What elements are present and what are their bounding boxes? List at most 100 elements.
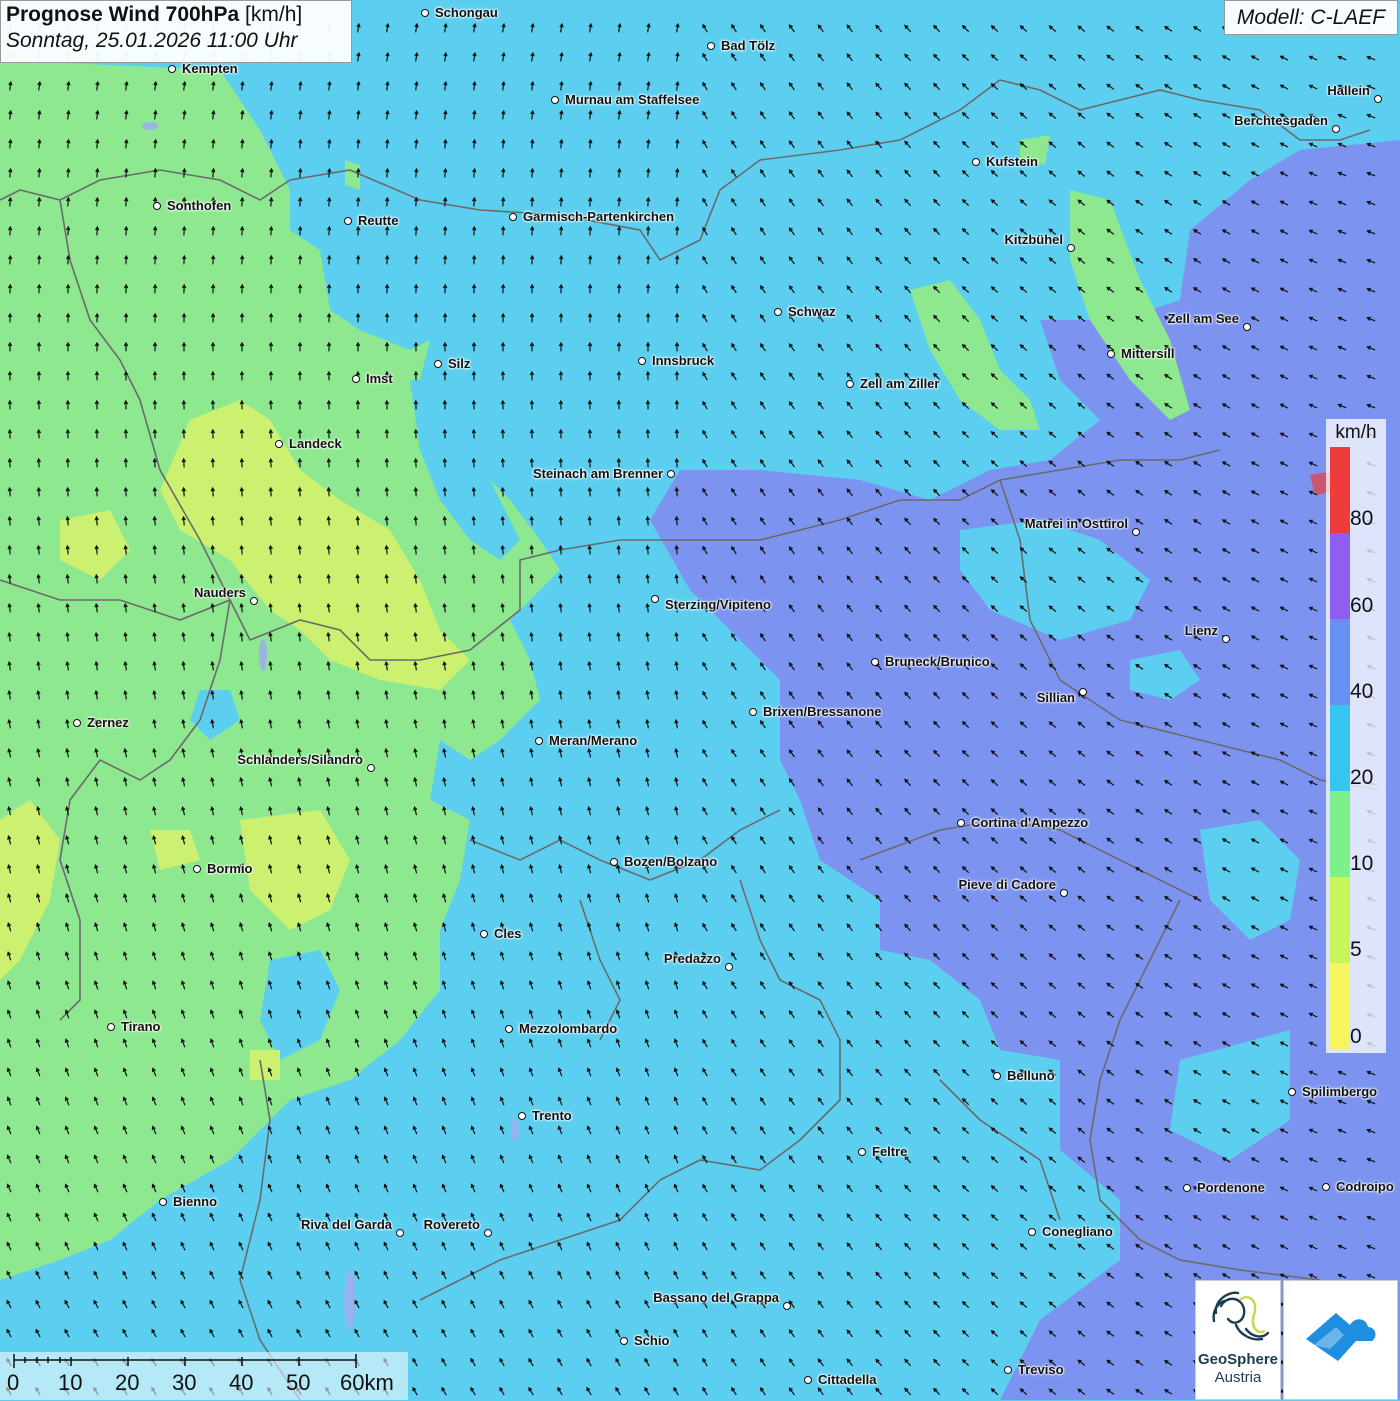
- city-label: Innsbruck: [652, 353, 715, 368]
- city-label: Belluno: [1007, 1068, 1055, 1083]
- city-label: Rovereto: [423, 1217, 480, 1232]
- legend-label: 20: [1350, 766, 1374, 789]
- legend-color-segment: [1330, 791, 1350, 877]
- city-label: Mittersill: [1121, 346, 1175, 361]
- city-marker: [749, 708, 757, 716]
- city-label: Berchtesgaden: [1234, 113, 1328, 128]
- geosphere-logo-text: GeoSphere: [1197, 1351, 1279, 1368]
- city-label: Schlanders/Silandro: [237, 752, 363, 767]
- app-logo[interactable]: [1283, 1280, 1398, 1400]
- city-label: Zell am Ziller: [860, 376, 940, 391]
- scale-tick-label: 30: [172, 1370, 197, 1395]
- geosphere-logo-subtext: Austria: [1214, 1369, 1262, 1386]
- city-label: Garmisch-Partenkirchen: [523, 209, 675, 224]
- city-marker: [421, 9, 429, 17]
- legend-label: 0: [1350, 1025, 1362, 1048]
- city-marker: [159, 1198, 167, 1206]
- city-marker: [804, 1376, 812, 1384]
- city-marker: [846, 380, 854, 388]
- city-marker: [168, 65, 176, 73]
- city-label: Tirano: [121, 1019, 161, 1034]
- legend-label: 5: [1350, 938, 1362, 961]
- city-label: Bormio: [207, 861, 253, 876]
- city-label: Bad Tölz: [721, 38, 776, 53]
- legend-label: 40: [1350, 680, 1374, 703]
- city-marker: [275, 440, 283, 448]
- legend-color-segment: [1330, 877, 1350, 963]
- model-label: Modell: C-LAEF: [1224, 0, 1398, 35]
- city-label: Sonthofen: [167, 198, 232, 213]
- city-label: Schongau: [435, 5, 498, 20]
- city-label: Hallein: [1327, 83, 1370, 98]
- city-marker: [783, 1302, 791, 1310]
- scale-tick-label: 10: [58, 1370, 83, 1395]
- city-label: Bruneck/Brunico: [885, 654, 990, 669]
- geosphere-logo[interactable]: GeoSphere Austria: [1195, 1280, 1281, 1400]
- scale-tick-label: 40: [229, 1370, 254, 1395]
- city-label: Silz: [448, 356, 471, 371]
- city-label: Meran/Merano: [549, 733, 638, 748]
- cloud-arrow-icon: [1306, 1313, 1376, 1361]
- city-marker: [1067, 244, 1075, 252]
- city-marker: [352, 375, 360, 383]
- city-marker: [858, 1148, 866, 1156]
- city-marker: [480, 930, 488, 938]
- map-title-box: Prognose Wind 700hPa [km/h] Sonntag, 25.…: [0, 0, 352, 63]
- city-label: Treviso: [1018, 1362, 1064, 1377]
- color-legend: km/h 80 60 40 20 10 5 0: [1326, 419, 1386, 1053]
- city-label: Trento: [532, 1108, 572, 1123]
- legend-color-segment: [1330, 533, 1350, 619]
- city-marker: [774, 308, 782, 316]
- city-marker: [551, 96, 559, 104]
- city-marker: [484, 1229, 492, 1237]
- city-marker: [1060, 889, 1068, 897]
- city-marker: [107, 1023, 115, 1031]
- city-label: Sillian: [1036, 690, 1075, 705]
- city-label: Cittadella: [818, 1372, 877, 1387]
- city-marker: [509, 213, 517, 221]
- city-label: Bienno: [173, 1194, 218, 1209]
- map-title-unit: [km/h]: [245, 3, 303, 26]
- city-label: Kempten: [182, 61, 238, 76]
- city-marker: [344, 217, 352, 225]
- city-marker: [535, 737, 543, 745]
- map-title: Prognose Wind 700hPa [km/h]: [6, 3, 346, 27]
- city-label: Sterzing/Vipiteno: [665, 597, 771, 612]
- city-label: Pordenone: [1197, 1180, 1265, 1195]
- city-marker: [518, 1112, 526, 1120]
- city-marker: [396, 1229, 404, 1237]
- map-title-main: Prognose Wind 700hPa: [6, 3, 240, 26]
- city-label: Reutte: [358, 213, 399, 228]
- city-marker: [1288, 1088, 1296, 1096]
- city-marker: [153, 202, 161, 210]
- city-label: Zell am See: [1167, 311, 1239, 326]
- city-label: Predazzo: [663, 951, 721, 966]
- city-marker: [638, 357, 646, 365]
- legend-color-bar: [1330, 447, 1350, 1049]
- city-marker: [707, 42, 715, 50]
- city-label: Brixen/Bressanone: [763, 704, 882, 719]
- city-marker: [871, 658, 879, 666]
- legend-unit: km/h: [1335, 422, 1377, 443]
- city-marker: [667, 470, 675, 478]
- city-label: Kitzbühel: [1004, 232, 1064, 247]
- city-label: Conegliano: [1042, 1224, 1113, 1239]
- city-label: Schio: [634, 1333, 670, 1348]
- city-marker: [725, 963, 733, 971]
- city-marker: [993, 1072, 1001, 1080]
- city-marker: [1079, 688, 1087, 696]
- city-marker: [1028, 1228, 1036, 1236]
- city-marker: [367, 764, 375, 772]
- city-marker: [972, 158, 980, 166]
- city-label: Murnau am Staffelsee: [565, 92, 700, 107]
- legend-color-segment: [1330, 447, 1350, 533]
- city-label: Spilimbergo: [1302, 1084, 1378, 1099]
- city-label: Matrei in Osttirol: [1024, 516, 1128, 531]
- city-label: Mezzolombardo: [519, 1021, 618, 1036]
- city-marker: [250, 597, 258, 605]
- city-marker: [434, 360, 442, 368]
- city-label: Nauders: [193, 585, 246, 600]
- city-label: Zernez: [87, 715, 129, 730]
- city-label: Schwaz: [788, 304, 836, 319]
- city-marker: [73, 719, 81, 727]
